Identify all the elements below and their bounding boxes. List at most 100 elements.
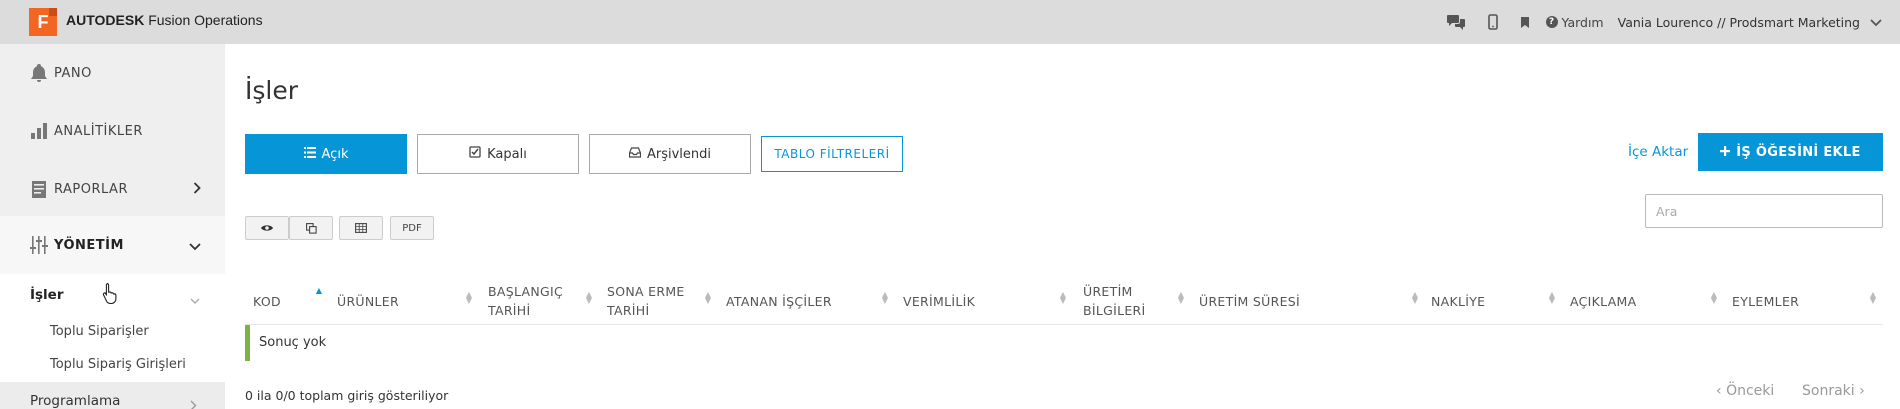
help-label: Yardım xyxy=(1561,14,1604,30)
sort-icon[interactable]: ▲ ▼ xyxy=(1547,291,1557,305)
sort-icon[interactable]: ▲ ▼ xyxy=(1709,291,1719,305)
check-square-icon xyxy=(469,146,481,162)
tab-open-label: Açık xyxy=(321,146,349,162)
chevron-down-icon[interactable] xyxy=(1870,15,1882,30)
search-input[interactable] xyxy=(1645,194,1883,228)
export-csv-button[interactable] xyxy=(339,216,383,240)
column-header-aciklama[interactable]: AÇIKLAMA xyxy=(1570,277,1636,325)
app-logo[interactable]: F xyxy=(29,8,57,36)
column-header-kod[interactable]: KOD xyxy=(253,277,281,325)
chat-icon[interactable] xyxy=(1446,14,1466,30)
column-label: ÜRÜNLER xyxy=(337,293,399,309)
column-label: BAŞLANGIÇ xyxy=(488,284,564,299)
column-label: ÜRETİM xyxy=(1083,284,1133,299)
add-job-item-button[interactable]: İŞ ÖĞESİNİ EKLE xyxy=(1698,133,1883,171)
help-link[interactable]: ? Yardım xyxy=(1545,14,1604,30)
column-label: AÇIKLAMA xyxy=(1570,293,1637,309)
export-pdf-button[interactable]: PDF xyxy=(390,216,434,240)
bookmark-icon[interactable] xyxy=(1520,16,1530,29)
brand-autodesk: AUTODESK xyxy=(66,12,145,28)
sidebar-subitem-isler[interactable]: İşler xyxy=(30,287,64,303)
column-label-line2: BİLGİLERİ xyxy=(1083,303,1146,318)
empty-table-message: Sonuç yok xyxy=(259,335,327,350)
column-header-urunler[interactable]: ÜRÜNLER xyxy=(337,277,399,325)
sidebar-item-pano[interactable]: PANO xyxy=(0,44,225,102)
eye-icon xyxy=(261,225,273,231)
page-title: İşler xyxy=(245,76,299,105)
sidebar-link-toplu-siparis-girisleri[interactable]: Toplu Sipariş Girişleri xyxy=(50,357,186,372)
column-header-nakliye[interactable]: NAKLİYE xyxy=(1431,277,1485,325)
sidebar-item-label: YÖNETİM xyxy=(54,237,124,253)
column-visibility-button[interactable] xyxy=(245,216,289,240)
column-header-atanan-isciler[interactable]: ATANAN İŞÇİLER xyxy=(726,277,832,325)
sort-icon[interactable]: ▲ ▼ xyxy=(880,291,890,305)
column-header-eylemler[interactable]: EYLEMLER xyxy=(1732,277,1799,325)
chevron-right-icon: › xyxy=(1859,383,1865,399)
column-header-verimlilik[interactable]: VERİMLİLİK xyxy=(903,277,975,325)
chevron-right-icon xyxy=(193,182,201,198)
chevron-left-icon: ‹ xyxy=(1716,383,1722,399)
sort-icon[interactable]: ▲ ▼ xyxy=(584,291,594,305)
bell-icon xyxy=(28,62,50,84)
column-header-sona-erme-tarihi[interactable]: SONA ERME TARİHİ xyxy=(607,277,685,325)
next-page-label: Sonraki xyxy=(1802,383,1855,399)
help-icon: ? xyxy=(1545,16,1558,28)
sidebar-item-analitikler[interactable]: ANALİTİKLER xyxy=(0,102,225,160)
sidebar-item-label: RAPORLAR xyxy=(54,181,128,197)
column-label-line2: TARİHİ xyxy=(488,303,531,318)
sliders-icon xyxy=(28,234,50,256)
column-label: ÜRETİM SÜRESİ xyxy=(1199,293,1301,309)
copy-icon xyxy=(305,222,317,234)
next-page-button[interactable]: Sonraki › xyxy=(1802,383,1865,399)
table-filters-button[interactable]: TABLO FİLTRELERİ xyxy=(761,136,903,172)
tab-closed[interactable]: Kapalı xyxy=(417,134,579,174)
column-label: SONA ERME xyxy=(607,284,685,299)
import-link[interactable]: İçe Aktar xyxy=(1628,144,1688,160)
column-label: KOD xyxy=(253,293,281,309)
tab-archived-label: Arşivlendi xyxy=(646,146,712,162)
chevron-down-icon xyxy=(189,240,201,255)
prev-page-button[interactable]: ‹ Önceki xyxy=(1716,383,1774,399)
chevron-down-icon xyxy=(190,290,200,309)
sidebar-item-label: ANALİTİKLER xyxy=(54,123,143,139)
document-icon xyxy=(28,178,50,200)
sort-icon[interactable]: ▲ ▼ xyxy=(1410,291,1420,305)
table-row-empty xyxy=(245,325,1883,361)
chevron-right-icon xyxy=(190,396,197,409)
sort-icon[interactable]: ▲ ▼ xyxy=(464,291,474,305)
sort-icon[interactable]: ▲ ▼ xyxy=(1176,291,1186,305)
tab-closed-label: Kapalı xyxy=(487,146,527,162)
sidebar-item-label: PANO xyxy=(54,65,92,81)
tab-open[interactable]: Açık xyxy=(245,134,407,174)
column-label: ATANAN İŞÇİLER xyxy=(726,293,832,309)
tab-archived[interactable]: Arşivlendi xyxy=(589,134,751,174)
plus-icon xyxy=(1720,145,1731,160)
column-header-baslangic-tarihi[interactable]: BAŞLANGIÇ TARİHİ xyxy=(488,277,563,325)
column-label: NAKLİYE xyxy=(1431,293,1486,309)
mouse-cursor-icon xyxy=(102,282,117,304)
brand-name: AUTODESK Fusion Operations xyxy=(66,12,263,28)
top-bar: F AUTODESK Fusion Operations ? Yardım Va… xyxy=(0,0,1900,44)
user-account[interactable]: Vania Lourenco // Prodsmart Marketing xyxy=(1618,15,1860,30)
column-label-line2: TARİHİ xyxy=(607,303,650,318)
sort-icon[interactable]: ▲ ▼ xyxy=(1058,291,1068,305)
column-header-uretim-suresi[interactable]: ÜRETİM SÜRESİ xyxy=(1199,277,1300,325)
table-icon xyxy=(355,223,367,233)
mobile-icon[interactable] xyxy=(1487,14,1498,30)
sidebar-item-programlama[interactable]: Programlama xyxy=(30,393,120,409)
sidebar-item-raporlar[interactable]: RAPORLAR xyxy=(0,160,225,218)
brand-product: Fusion Operations xyxy=(148,12,263,28)
column-label: EYLEMLER xyxy=(1732,293,1800,309)
sidebar-link-toplu-siparisler[interactable]: Toplu Siparişler xyxy=(50,324,149,339)
sort-asc-icon[interactable]: ▲ xyxy=(314,287,324,295)
column-header-uretim-bilgileri[interactable]: ÜRETİM BİLGİLERİ xyxy=(1083,277,1146,325)
sidebar-item-yonetim[interactable]: YÖNETİM xyxy=(0,216,225,274)
sort-icon[interactable]: ▲ ▼ xyxy=(703,291,713,305)
copy-button[interactable] xyxy=(289,216,333,240)
inbox-icon xyxy=(628,146,642,162)
table-info: 0 ila 0/0 toplam giriş gösteriliyor xyxy=(245,388,449,403)
top-right-menu: ? Yardım Vania Lourenco // Prodsmart Mar… xyxy=(1424,0,1882,44)
sort-icon[interactable]: ▲ ▼ xyxy=(1868,291,1878,305)
add-job-item-label: İŞ ÖĞESİNİ EKLE xyxy=(1736,144,1861,160)
bar-chart-icon xyxy=(28,120,50,142)
